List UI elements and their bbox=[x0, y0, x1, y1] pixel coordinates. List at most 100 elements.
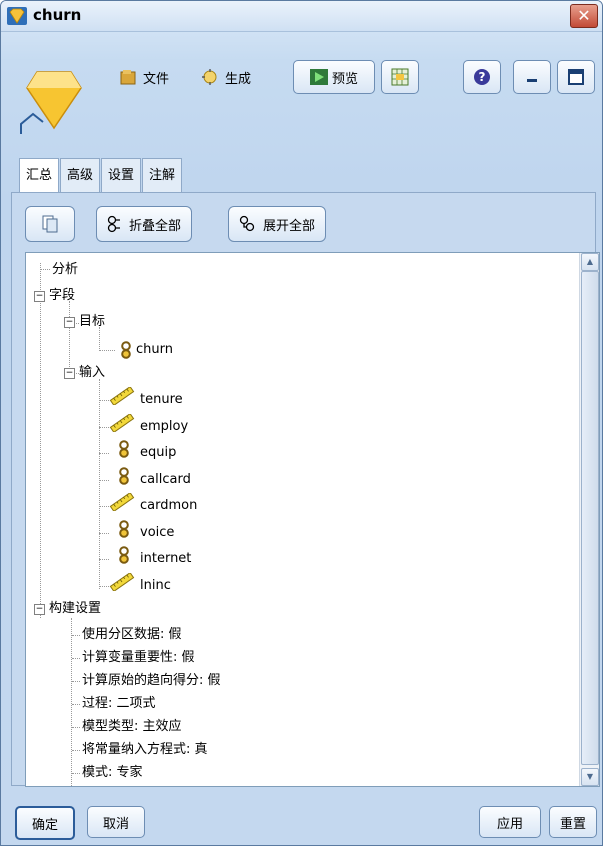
tree-connector bbox=[99, 453, 109, 454]
apply-button[interactable]: 应用 bbox=[479, 806, 541, 838]
tree-leaf-setting[interactable]: 使用分区数据: 假 bbox=[72, 624, 182, 646]
field-name: internet bbox=[140, 551, 192, 566]
tab-annotations[interactable]: 注解 bbox=[142, 158, 183, 192]
tree-connector bbox=[72, 635, 80, 636]
tree-leaf-field[interactable]: lninc bbox=[99, 571, 171, 597]
tree-connector bbox=[72, 681, 80, 682]
setting-label: 模式: 专家 bbox=[82, 765, 143, 780]
tree-leaf-field[interactable]: cardmon bbox=[99, 491, 198, 517]
field-name: callcard bbox=[140, 471, 191, 487]
setting-label: 使用分区数据: 假 bbox=[82, 627, 182, 642]
tree-leaf-field[interactable]: voice bbox=[99, 519, 175, 544]
collapse-toggle-icon[interactable]: − bbox=[64, 316, 75, 328]
help-icon: ? bbox=[474, 69, 490, 85]
vertical-scrollbar[interactable]: ▲ ▼ bbox=[579, 253, 599, 786]
close-button[interactable]: ✕ bbox=[570, 4, 598, 28]
range-field-icon bbox=[109, 491, 135, 513]
scroll-up-arrow[interactable]: ▲ bbox=[581, 253, 599, 271]
tree-leaf-field[interactable]: tenure bbox=[99, 385, 183, 411]
tree-connector bbox=[99, 506, 109, 507]
field-name: voice bbox=[140, 524, 175, 540]
tree-node-label: 目标 bbox=[79, 314, 106, 329]
generate-menu-label: 生成 bbox=[225, 71, 252, 87]
tree-leaf-field[interactable]: callcard bbox=[99, 466, 191, 491]
svg-text:?: ? bbox=[479, 70, 486, 84]
collapse-toggle-icon[interactable]: − bbox=[34, 603, 45, 615]
tab-settings[interactable]: 设置 bbox=[101, 158, 142, 192]
setting-label: 计算变量重要性: 假 bbox=[82, 650, 195, 665]
tree-connector bbox=[72, 773, 80, 774]
tab-advanced[interactable]: 高级 bbox=[60, 158, 101, 192]
field-name: cardmon bbox=[140, 498, 198, 513]
toolbar: 文件 生成 预览 ? bbox=[1, 32, 602, 152]
tree-connector bbox=[72, 750, 80, 751]
tree-connector bbox=[99, 479, 109, 481]
copy-button[interactable] bbox=[25, 206, 75, 242]
flag-field-icon bbox=[119, 546, 129, 564]
add-to-stream-button[interactable] bbox=[381, 60, 419, 94]
tree-node-analysis[interactable]: 分析 bbox=[40, 259, 78, 281]
tree-connector bbox=[40, 263, 41, 618]
tree-connector bbox=[99, 379, 100, 589]
file-menu-label: 文件 bbox=[143, 71, 170, 87]
tree-leaf-setting[interactable]: 计算变量重要性: 假 bbox=[72, 647, 195, 669]
tree-node-label: 分析 bbox=[52, 262, 79, 277]
tree-node-label: 字段 bbox=[49, 288, 76, 303]
ok-button[interactable]: 确定 bbox=[15, 806, 75, 840]
collapse-icon bbox=[107, 215, 120, 233]
collapse-toggle-icon[interactable]: − bbox=[34, 290, 45, 302]
generate-menu[interactable]: 生成 bbox=[201, 61, 251, 93]
flag-field-icon bbox=[119, 466, 129, 485]
tree-leaf-setting[interactable]: 模型类型: 主效应 bbox=[72, 716, 182, 738]
setting-label: 过程: 二项式 bbox=[82, 696, 156, 711]
window-title: churn bbox=[33, 6, 82, 24]
expand-all-button[interactable]: 展开全部 bbox=[228, 206, 327, 242]
tree-leaf-setting[interactable]: 过程: 二项式 bbox=[72, 693, 156, 715]
tree-leaf-setting[interactable]: 模式: 专家 bbox=[72, 762, 143, 784]
scroll-thumb[interactable] bbox=[581, 271, 599, 765]
table-add-icon bbox=[391, 68, 409, 86]
tree-connector bbox=[72, 704, 80, 705]
tree-node-target[interactable]: − 目标 bbox=[64, 311, 105, 333]
generate-icon bbox=[202, 69, 217, 85]
tree-node-inputs[interactable]: − 输入 bbox=[64, 362, 105, 384]
tree-leaf-field[interactable]: equip bbox=[99, 440, 176, 464]
file-menu[interactable]: 文件 bbox=[119, 61, 169, 93]
minimize-button[interactable] bbox=[513, 60, 551, 94]
field-name: employ bbox=[140, 418, 189, 434]
field-name: tenure bbox=[140, 392, 183, 407]
tree-connector bbox=[72, 727, 80, 728]
tree-leaf-field[interactable]: employ bbox=[99, 412, 189, 438]
tab-summary[interactable]: 汇总 bbox=[19, 158, 60, 193]
title-bar[interactable]: churn ✕ bbox=[1, 1, 602, 32]
flag-field-icon bbox=[121, 341, 131, 359]
help-button[interactable]: ? bbox=[463, 60, 501, 94]
tree-leaf-setting[interactable]: 计算原始的趋向得分: 假 bbox=[72, 670, 221, 692]
model-summary-tree[interactable]: 分析 − 字段 − 目标 churn − 输入 tenure employ equi… bbox=[25, 252, 600, 787]
tab-strip: 汇总 高级 设置 注解 bbox=[19, 158, 183, 193]
reset-button[interactable]: 重置 bbox=[549, 806, 597, 838]
tree-connector bbox=[99, 585, 109, 587]
flag-field-icon bbox=[119, 440, 129, 458]
field-name: lninc bbox=[140, 577, 171, 593]
setting-label: 计算原始的趋向得分: 假 bbox=[82, 673, 221, 688]
maximize-button[interactable] bbox=[557, 60, 595, 94]
preview-icon bbox=[309, 69, 328, 85]
tree-connector bbox=[72, 658, 80, 659]
tree-node-fields[interactable]: − 字段 bbox=[34, 285, 75, 307]
flag-field-icon bbox=[119, 519, 129, 538]
scroll-down-arrow[interactable]: ▼ bbox=[581, 768, 599, 786]
tree-node-build-settings[interactable]: − 构建设置 bbox=[34, 598, 101, 620]
range-field-icon bbox=[109, 385, 135, 407]
tree-leaf-field[interactable]: churn bbox=[120, 339, 173, 361]
collapse-all-button[interactable]: 折叠全部 bbox=[96, 206, 193, 242]
collapse-all-label: 折叠全部 bbox=[129, 218, 182, 234]
model-diamond-icon bbox=[20, 71, 82, 134]
tree-leaf-field[interactable]: internet bbox=[99, 546, 192, 570]
dialog-window: churn ✕ 文件 生成 预览 ? 汇总 高级 设置 注解 折叠全部 展开全部… bbox=[0, 0, 603, 846]
preview-button[interactable]: 预览 bbox=[293, 60, 375, 94]
tree-leaf-setting[interactable]: 将常量纳入方程式: 真 bbox=[72, 739, 208, 761]
expand-all-label: 展开全部 bbox=[263, 218, 316, 234]
collapse-toggle-icon[interactable]: − bbox=[64, 367, 75, 379]
cancel-button[interactable]: 取消 bbox=[87, 806, 145, 838]
